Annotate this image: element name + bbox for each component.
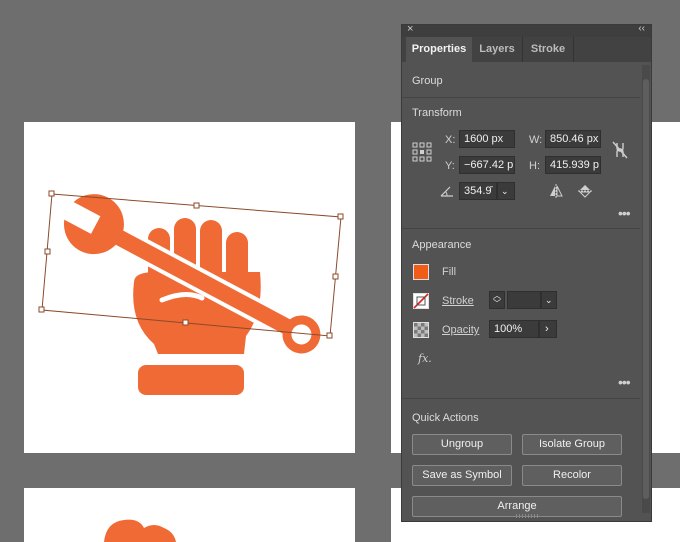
fx-icon[interactable]: fx. [418, 352, 432, 365]
rotate-field[interactable]: 354.9̄ [459, 182, 497, 200]
stroke-weight-stepper[interactable]: ︿ ﹀ [489, 291, 505, 309]
divider [402, 97, 640, 98]
stroke-swatch[interactable] [413, 293, 429, 309]
wrench-fist-artwork[interactable] [24, 122, 355, 453]
artwork-partial[interactable] [24, 488, 355, 542]
fill-swatch[interactable] [413, 264, 429, 280]
artboard[interactable] [24, 122, 355, 453]
w-field[interactable]: 850.46 px [545, 130, 601, 148]
stroke-weight-dropdown[interactable]: ⌄ [541, 291, 557, 309]
ungroup-button[interactable]: Ungroup [412, 434, 512, 455]
h-label: H: [529, 160, 540, 172]
y-label: Y: [445, 160, 455, 172]
divider [402, 228, 640, 229]
rotate-dropdown[interactable]: ⌄ [497, 182, 515, 200]
w-label: W: [529, 134, 543, 146]
h-field[interactable]: 415.939 p [545, 156, 601, 174]
properties-panel: × ‹‹ Properties Layers Stroke Group Tran… [401, 23, 652, 522]
rotate-angle-icon [440, 186, 453, 197]
x-field[interactable]: 1600 px [459, 130, 515, 148]
divider [402, 398, 640, 399]
tab-layers[interactable]: Layers [472, 37, 523, 62]
scrollbar-thumb[interactable] [643, 79, 649, 499]
opacity-expand-icon[interactable]: › [539, 320, 557, 338]
flip-vertical-icon[interactable] [578, 183, 592, 199]
tab-properties[interactable]: Properties [406, 37, 472, 62]
flip-horizontal-icon[interactable] [548, 184, 564, 198]
transform-more-icon[interactable]: ••• [618, 205, 631, 221]
panel-titlebar[interactable]: × ‹‹ [402, 23, 651, 37]
artboard[interactable] [24, 488, 355, 542]
stroke-weight-field[interactable] [507, 291, 541, 309]
selection-type-label: Group [412, 75, 443, 87]
appearance-title: Appearance [412, 239, 472, 251]
panel-tabs: Properties Layers Stroke [402, 37, 651, 62]
opacity-icon [413, 322, 429, 338]
isolate-group-button[interactable]: Isolate Group [522, 434, 622, 455]
opacity-label[interactable]: Opacity [442, 324, 479, 336]
save-as-symbol-button[interactable]: Save as Symbol [412, 465, 512, 486]
recolor-button[interactable]: Recolor [522, 465, 622, 486]
y-field[interactable]: −667.42 p [459, 156, 515, 174]
constrain-proportions-icon[interactable] [611, 140, 629, 160]
appearance-more-icon[interactable]: ••• [618, 374, 631, 390]
tab-stroke[interactable]: Stroke [523, 37, 574, 62]
quick-actions-title: Quick Actions [412, 412, 479, 424]
opacity-field[interactable]: 100% [489, 320, 539, 338]
cuff-shape [138, 365, 244, 395]
reference-point-icon[interactable] [412, 142, 432, 162]
fill-label: Fill [442, 266, 457, 278]
close-icon[interactable]: × [407, 23, 413, 35]
resize-grip[interactable] [516, 514, 538, 518]
x-label: X: [445, 134, 456, 146]
collapse-icon[interactable]: ‹‹ [638, 23, 645, 34]
stroke-label[interactable]: Stroke [442, 295, 474, 307]
transform-title: Transform [412, 107, 462, 119]
